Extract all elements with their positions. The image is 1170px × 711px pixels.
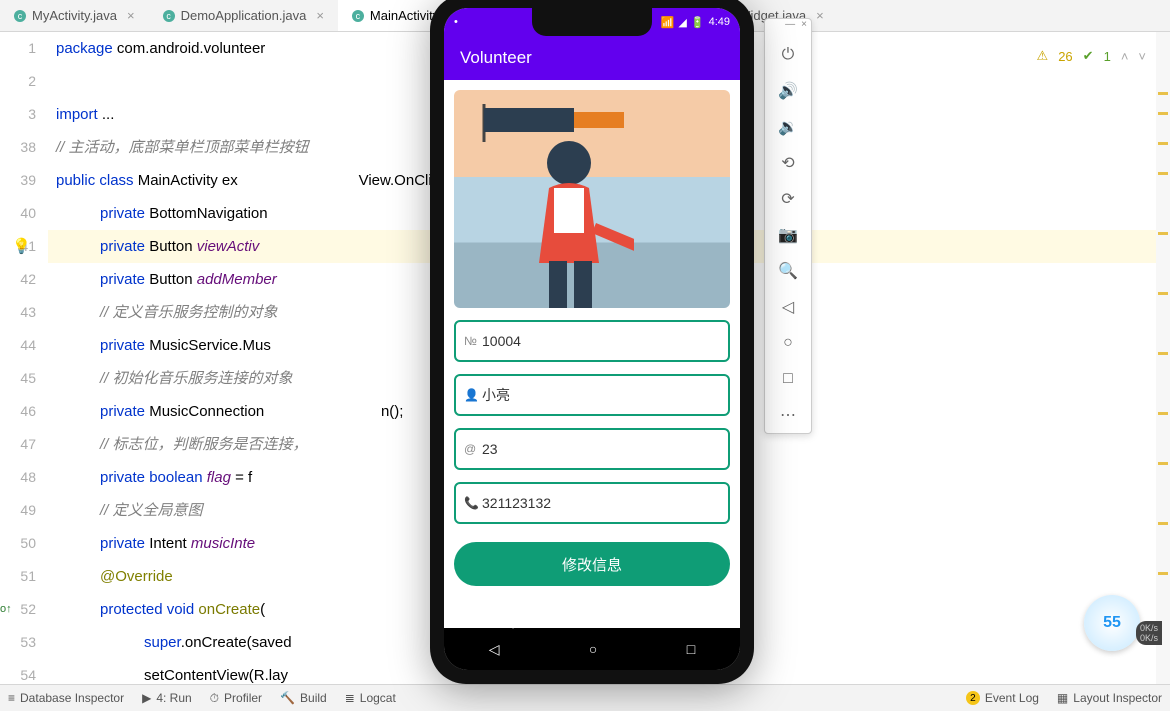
camera-icon[interactable]: 📷 bbox=[765, 217, 811, 253]
close-icon[interactable]: × bbox=[316, 8, 324, 23]
nav-recent-icon[interactable]: □ bbox=[687, 641, 695, 657]
tab-demoapplication[interactable]: cDemoApplication.java× bbox=[149, 0, 338, 31]
android-emulator: • 📶 ◢ 🔋 4:49 Volunteer bbox=[430, 0, 754, 684]
status-time: 4:49 bbox=[709, 16, 730, 28]
rotate-right-icon[interactable]: ⟳ bbox=[765, 181, 811, 217]
chevron-up-icon[interactable]: ˄ bbox=[1121, 49, 1129, 64]
tab-myactivity[interactable]: cMyActivity.java× bbox=[0, 0, 149, 31]
rotate-left-icon[interactable]: ⟲ bbox=[765, 145, 811, 181]
name-value: 小亮 bbox=[482, 385, 510, 405]
age-field[interactable]: @23 bbox=[454, 428, 730, 470]
ide-statusbar: ≡ Database Inspector ▶ 4: Run ⏱ Profiler… bbox=[0, 684, 1170, 711]
id-value: 10004 bbox=[482, 333, 521, 349]
logcat-button[interactable]: ≣ Logcat bbox=[345, 691, 396, 705]
check-icon: ✔ bbox=[1083, 48, 1094, 64]
close-icon[interactable]: × bbox=[816, 8, 824, 23]
run-tool-button[interactable]: ▶ 4: Run bbox=[142, 691, 192, 705]
close-icon[interactable]: × bbox=[801, 19, 807, 37]
phone-field[interactable]: 📞 321123132 bbox=[454, 482, 730, 524]
fps-overlay: 55 bbox=[1084, 595, 1140, 651]
phone-icon: 📞 bbox=[464, 496, 478, 510]
signal-icon: ◢ bbox=[678, 16, 686, 29]
age-value: 23 bbox=[482, 441, 498, 457]
person-icon: 👤 bbox=[464, 388, 478, 402]
overview-icon[interactable]: □ bbox=[765, 361, 811, 397]
wifi-icon: 📶 bbox=[661, 16, 675, 29]
warning-count: 26 bbox=[1058, 49, 1072, 64]
at-icon: @ bbox=[464, 442, 478, 456]
warning-icon: ⚠ bbox=[1037, 48, 1049, 64]
minimize-icon[interactable]: ― bbox=[785, 19, 795, 37]
battery-icon: 🔋 bbox=[691, 16, 705, 29]
device-notch bbox=[532, 8, 652, 36]
more-icon[interactable]: ⋯ bbox=[765, 397, 811, 433]
emulator-toolbar: ― × ⏻ 🔊 🔉 ⟲ ⟳ 📷 🔍 ◁ ○ □ ⋯ bbox=[764, 18, 812, 434]
app-bar: Volunteer bbox=[444, 36, 740, 80]
nav-home-icon[interactable]: ○ bbox=[589, 641, 597, 657]
line-gutter: 1233839404142434445464748495051525354 bbox=[0, 32, 48, 684]
database-inspector-button[interactable]: ≡ Database Inspector bbox=[8, 691, 124, 705]
status-left: • bbox=[454, 16, 458, 28]
emulator-screen[interactable]: • 📶 ◢ 🔋 4:49 Volunteer bbox=[444, 8, 740, 670]
event-log-button[interactable]: 2Event Log bbox=[966, 691, 1039, 705]
build-button[interactable]: 🔨 Build bbox=[280, 691, 327, 705]
power-icon[interactable]: ⏻ bbox=[765, 37, 811, 73]
name-field[interactable]: 👤 小亮 bbox=[454, 374, 730, 416]
number-icon: № bbox=[464, 334, 478, 348]
app-title: Volunteer bbox=[460, 48, 532, 68]
error-stripe[interactable] bbox=[1156, 32, 1170, 684]
passed-count: 1 bbox=[1104, 49, 1111, 64]
inspection-summary[interactable]: ⚠ 26 ✔ 1 ˄ ˅ bbox=[1037, 48, 1146, 64]
layout-inspector-button[interactable]: ▦ Layout Inspector bbox=[1057, 691, 1162, 705]
submit-button[interactable]: 修改信息 bbox=[454, 542, 730, 586]
volume-down-icon[interactable]: 🔉 bbox=[765, 109, 811, 145]
home-icon[interactable]: ○ bbox=[765, 325, 811, 361]
hero-illustration bbox=[454, 90, 730, 308]
volume-up-icon[interactable]: 🔊 bbox=[765, 73, 811, 109]
nav-back-icon[interactable]: ◁ bbox=[489, 641, 500, 658]
id-field[interactable]: № 10004 bbox=[454, 320, 730, 362]
back-icon[interactable]: ◁ bbox=[765, 289, 811, 325]
profiler-button[interactable]: ⏱ Profiler bbox=[210, 691, 262, 706]
android-navbar: ◁ ○ □ bbox=[444, 628, 740, 670]
close-icon[interactable]: × bbox=[127, 8, 135, 23]
phone-value: 321123132 bbox=[482, 495, 551, 511]
mouse-cursor: ↖ bbox=[504, 616, 516, 633]
net-overlay: 0K/s0K/s bbox=[1136, 621, 1162, 645]
chevron-down-icon[interactable]: ˅ bbox=[1138, 49, 1146, 64]
zoom-icon[interactable]: 🔍 bbox=[765, 253, 811, 289]
